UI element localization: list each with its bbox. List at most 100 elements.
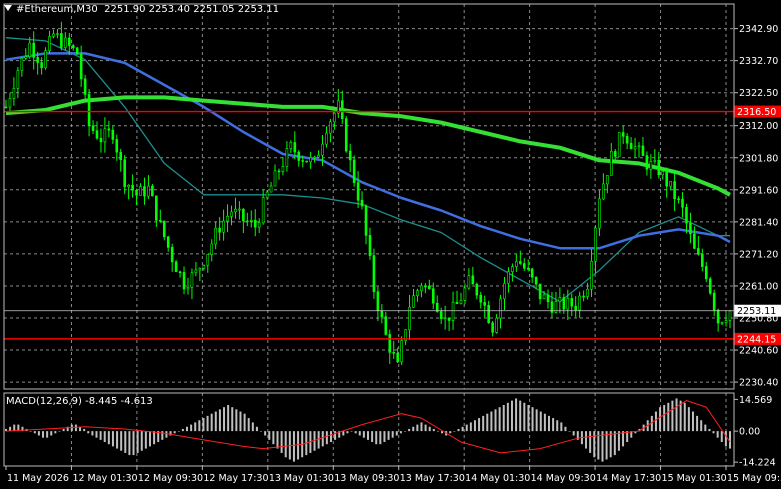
price-tick-label: 2261.00 <box>739 281 778 292</box>
candle-body <box>301 160 305 162</box>
macd-histogram-bar <box>387 431 390 440</box>
candle-body <box>64 37 67 48</box>
macd-histogram-bar <box>83 428 86 432</box>
candle-body <box>479 294 483 303</box>
candle-body <box>265 191 269 198</box>
candle-body <box>519 261 522 264</box>
candle-body <box>297 151 301 161</box>
candle-body <box>325 132 328 145</box>
candle-body <box>396 352 399 363</box>
macd-histogram-bar <box>74 424 77 432</box>
candle-body <box>333 112 336 123</box>
candle-body <box>586 288 589 297</box>
candle-body <box>95 130 99 139</box>
price-tick-label: 2312.00 <box>739 121 778 132</box>
candle-body <box>661 171 665 176</box>
candle-body <box>459 300 463 304</box>
candle-body <box>143 186 146 197</box>
macd-histogram-bar <box>227 404 230 432</box>
candle-body <box>218 227 221 233</box>
macd-histogram-bar <box>691 411 694 432</box>
candle-body <box>348 150 352 161</box>
candle-body <box>40 62 43 69</box>
macd-histogram-bar <box>214 411 217 432</box>
macd-histogram-bar <box>144 431 147 449</box>
macd-histogram-bar <box>128 431 131 456</box>
macd-histogram-bar <box>486 413 489 432</box>
candle-body <box>277 170 281 173</box>
level-price-label: 2316.50 <box>737 107 776 118</box>
macd-histogram-bar <box>416 424 419 432</box>
candle-body <box>52 33 55 37</box>
macd-histogram-bar <box>729 431 731 449</box>
candle-body <box>368 235 372 256</box>
candle-body <box>313 156 316 159</box>
candle-body <box>166 236 170 248</box>
candle-body <box>507 271 510 284</box>
candle-body <box>60 33 63 48</box>
candle-body <box>701 253 704 267</box>
macd-histogram-bar <box>264 431 267 436</box>
macd-histogram-bar <box>350 431 353 432</box>
macd-histogram-bar <box>103 431 106 443</box>
candle-body <box>32 42 35 58</box>
macd-histogram-bar <box>362 431 365 438</box>
candle-body <box>83 78 87 95</box>
price-tick-label: 2281.40 <box>739 217 778 228</box>
candle-body <box>99 137 103 143</box>
macd-histogram-bar <box>420 422 423 432</box>
candle-body <box>534 276 538 285</box>
candle-body <box>178 271 182 274</box>
candle-body <box>637 145 641 148</box>
candle-body <box>428 285 431 289</box>
macd-histogram-bar <box>461 426 464 432</box>
candle-body <box>499 298 502 319</box>
macd-histogram-bar <box>449 431 452 434</box>
candle-body <box>155 195 158 221</box>
macd-histogram-bar <box>552 418 555 432</box>
macd-histogram-bar <box>186 426 188 432</box>
ohlc-values: 2251.90 2253.40 2251.05 2253.11 <box>104 4 280 15</box>
candle-body <box>170 247 174 263</box>
macd-histogram-bar <box>190 424 193 432</box>
macd-histogram-bar <box>58 431 61 432</box>
candle-body <box>582 295 585 298</box>
candle-body <box>257 222 261 228</box>
macd-histogram-bar <box>280 431 283 453</box>
candle-body <box>384 316 388 335</box>
candle-body <box>653 159 657 162</box>
candle-body <box>202 264 206 269</box>
macd-histogram-bar <box>716 431 719 438</box>
macd-histogram-bar <box>424 424 427 432</box>
candle-body <box>412 295 415 308</box>
macd-histogram-bar <box>239 411 242 432</box>
candle-body <box>633 146 637 150</box>
macd-histogram-bar <box>535 409 538 432</box>
time-tick-label: 13 May 17:30 <box>400 473 465 484</box>
candle-body <box>673 181 676 200</box>
macd-histogram-bar <box>107 431 110 445</box>
macd-histogram-bar <box>272 431 275 445</box>
candle-body <box>526 267 530 270</box>
candle-body <box>269 185 273 193</box>
macd-histogram-bar <box>465 424 468 432</box>
macd-histogram-bar <box>231 407 234 432</box>
price-tick-label: 2240.60 <box>739 346 778 357</box>
time-tick-label: 14 May 01:30 <box>465 473 530 484</box>
trading-chart[interactable]: 2316.502244.152253.11 11 May 2026 12 May … <box>0 0 781 489</box>
macd-histogram-bar <box>87 431 90 434</box>
candle-body <box>697 248 700 255</box>
candle-body <box>491 322 494 333</box>
candle-body <box>119 151 123 160</box>
macd-histogram-bar <box>506 402 509 432</box>
candle-body <box>602 183 605 200</box>
candle-body <box>451 301 455 321</box>
dropdown-arrow-icon[interactable] <box>4 5 12 11</box>
macd-histogram-bar <box>539 411 542 432</box>
candle-body <box>4 106 8 109</box>
time-tick-label: 12 May 17:30 <box>203 473 268 484</box>
price-tick-label: 2301.80 <box>739 153 778 164</box>
candle-body <box>558 297 562 302</box>
macd-histogram-bar <box>379 431 382 445</box>
macd-histogram-bar <box>432 428 435 432</box>
